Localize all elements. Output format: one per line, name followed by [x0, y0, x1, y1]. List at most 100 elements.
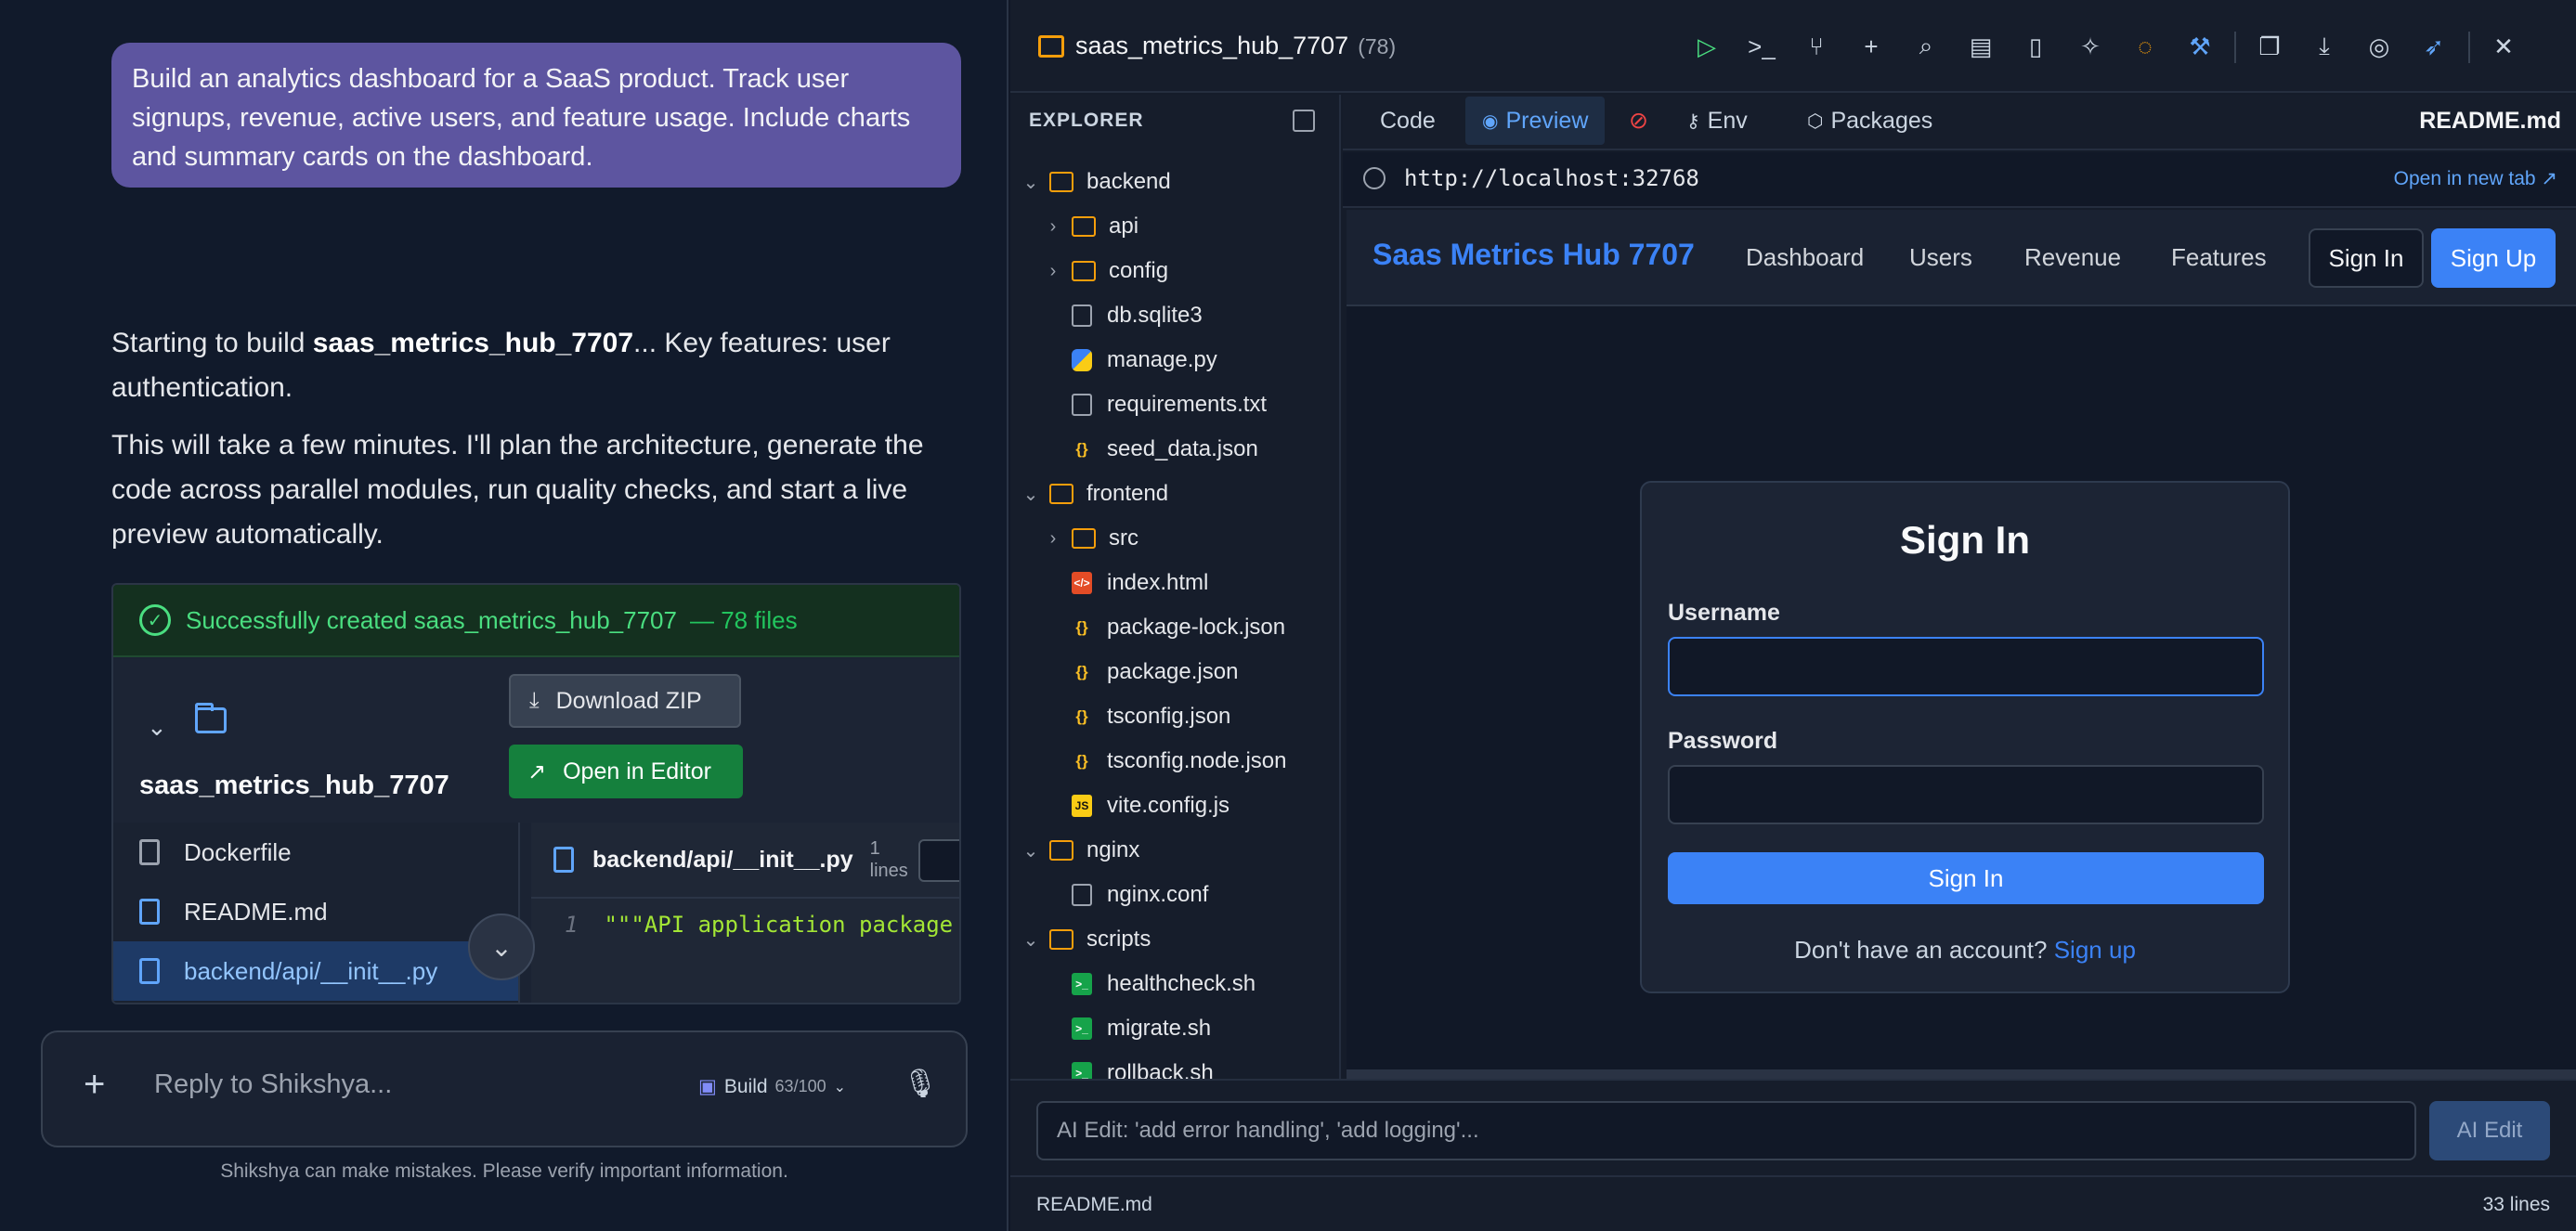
key-icon: ⚷ — [1686, 110, 1700, 132]
nav-sign-in-button[interactable]: Sign In — [2309, 228, 2424, 288]
nav-sign-up-button[interactable]: Sign Up — [2431, 228, 2556, 288]
horizontal-scrollbar[interactable] — [1347, 1069, 2576, 1079]
magic-wand-icon[interactable]: ✧ — [2070, 28, 2111, 65]
scroll-down-button[interactable]: ⌄ — [468, 914, 535, 980]
lightbulb-icon[interactable]: ◌ — [2125, 28, 2166, 65]
password-input[interactable] — [1668, 765, 2264, 824]
tree-folder-scripts[interactable]: ⌄ scripts — [1010, 917, 1339, 962]
tree-file[interactable]: >_ healthcheck.sh — [1010, 962, 1339, 1006]
external-link-icon: ↗ — [527, 758, 547, 784]
tree-file[interactable]: db.sqlite3 — [1010, 293, 1339, 338]
sh-file-icon: >_ — [1072, 1017, 1092, 1040]
ai-edit-input[interactable]: AI Edit: 'add error handling', 'add logg… — [1036, 1101, 2416, 1160]
tab-env[interactable]: ⚷ Env — [1686, 95, 1748, 147]
live-preview: Saas Metrics Hub 7707 Dashboard Users Re… — [1347, 210, 2576, 1071]
folder-icon — [1072, 216, 1096, 237]
chevron-right-icon: › — [1049, 260, 1057, 281]
copy-icon[interactable]: ❐ — [2249, 28, 2290, 65]
tree-file[interactable]: {} seed_data.json — [1010, 427, 1339, 472]
rocket-icon[interactable]: ➶ — [2413, 28, 2454, 65]
tree-file[interactable]: {} package.json — [1010, 650, 1339, 694]
tab-code[interactable]: Code — [1380, 95, 1436, 147]
project-card: ✓ Successfully created saas_metrics_hub_… — [111, 583, 961, 1004]
tree-file[interactable]: {} tsconfig.json — [1010, 694, 1339, 739]
tree-file[interactable]: </> index.html — [1010, 561, 1339, 605]
tree-file[interactable]: >_ migrate.sh — [1010, 1006, 1339, 1051]
copy-icon[interactable] — [918, 839, 959, 882]
nav-features[interactable]: Features — [2171, 243, 2267, 272]
toolbar: ▷ >_ ⑂ + ⌕ ▤ ▯ ✧ ◌ ⚒ ❐ ⤓ ◎ ➶ ✕ — [1686, 28, 2538, 65]
tree-folder-src[interactable]: › src — [1010, 516, 1339, 561]
build-label: Build — [723, 1075, 768, 1097]
collapse-sidebar-icon[interactable] — [1293, 110, 1315, 132]
tree-file[interactable]: nginx.conf — [1010, 873, 1339, 917]
reply-box[interactable]: + Reply to Shikshya... ▣ Build 63/100 ⌄ … — [41, 1030, 968, 1147]
eye-off-icon[interactable]: ⊘ — [1629, 95, 1648, 147]
assistant-paragraph-2: This will take a few minutes. I'll plan … — [111, 430, 924, 550]
tree-folder-api[interactable]: › api — [1010, 204, 1339, 249]
nav-revenue[interactable]: Revenue — [2024, 243, 2121, 272]
sign-up-prompt: Don't have an account? Sign up — [1642, 936, 2288, 965]
build-mode-selector[interactable]: ▣ Build 63/100 ⌄ — [698, 1075, 846, 1098]
toolbar-divider — [2468, 32, 2470, 63]
wrench-icon[interactable]: ⚒ — [2179, 28, 2220, 65]
sign-up-link[interactable]: Sign up — [2054, 936, 2136, 964]
open-file-name[interactable]: README.md — [2419, 108, 2561, 135]
search-icon[interactable]: ⌕ — [1906, 28, 1946, 65]
folder-icon — [195, 703, 227, 733]
tab-preview[interactable]: ◉ Preview — [1465, 97, 1606, 145]
tree-file[interactable]: JS vite.config.js — [1010, 784, 1339, 828]
password-label: Password — [1668, 728, 1778, 754]
plus-icon[interactable]: + — [1851, 28, 1892, 65]
test-tube-icon[interactable]: ▯ — [2015, 28, 2056, 65]
microphone-icon[interactable]: 🎙 — [903, 1068, 938, 1100]
nav-users[interactable]: Users — [1909, 243, 1972, 272]
tree-folder-nginx[interactable]: ⌄ nginx — [1010, 828, 1339, 873]
chevron-down-icon[interactable]: ⌄ — [147, 713, 167, 742]
tree-file[interactable]: >_ rollback.sh — [1010, 1051, 1339, 1079]
tree-file[interactable]: requirements.txt — [1010, 382, 1339, 427]
disclaimer: Shikshya can make mistakes. Please verif… — [220, 1160, 788, 1182]
sign-in-submit-button[interactable]: Sign In — [1668, 852, 2264, 904]
open-in-editor-button[interactable]: ↗ Open in Editor — [509, 745, 743, 798]
clipboard-icon[interactable]: ▤ — [1960, 28, 2001, 65]
tree-file[interactable]: {} package-lock.json — [1010, 605, 1339, 650]
tree-file[interactable]: {} tsconfig.node.json — [1010, 739, 1339, 784]
ai-edit-button[interactable]: AI Edit — [2429, 1101, 2550, 1160]
p1-project-name: saas_metrics_hub_7707 — [312, 328, 634, 358]
tab-packages[interactable]: ⬡ Packages — [1807, 95, 1932, 147]
open-new-tab-link[interactable]: Open in new tab ↗ — [2394, 167, 2557, 190]
file-row-api-init[interactable]: backend/api/__init__.py — [113, 941, 518, 1001]
package-icon: ⬡ — [1807, 110, 1824, 132]
download-zip-button[interactable]: ⤓ Download ZIP — [509, 674, 741, 728]
preview-url[interactable]: http://localhost:32768 — [1404, 165, 1699, 191]
terminal-icon[interactable]: >_ — [1741, 28, 1782, 65]
tree-label: api — [1109, 214, 1139, 239]
username-input[interactable] — [1668, 637, 2264, 696]
file-row-readme[interactable]: README.md — [113, 882, 518, 941]
tree-folder-backend[interactable]: ⌄ backend — [1010, 160, 1339, 204]
close-icon[interactable]: ✕ — [2483, 28, 2524, 65]
card-file-list: Dockerfile README.md backend/api/__init_… — [113, 823, 520, 1003]
tree-label: vite.config.js — [1107, 793, 1230, 818]
assistant-paragraph-1: Starting to build saas_metrics_hub_7707.… — [111, 321, 975, 410]
chevron-down-icon: ⌄ — [1022, 929, 1039, 951]
github-icon[interactable]: ◎ — [2359, 28, 2400, 65]
check-circle-icon: ✓ — [139, 604, 171, 636]
explorer-title: EXPLORER — [1029, 110, 1144, 131]
git-branch-icon[interactable]: ⑂ — [1796, 28, 1837, 65]
play-icon[interactable]: ▷ — [1686, 28, 1727, 65]
plus-icon[interactable]: + — [84, 1064, 105, 1106]
app-brand[interactable]: Saas Metrics Hub 7707 — [1373, 238, 1695, 272]
file-row-dockerfile[interactable]: Dockerfile — [113, 823, 518, 882]
chevron-down-icon: ⌄ — [490, 932, 513, 962]
sign-up-prompt-text: Don't have an account? — [1794, 936, 2048, 964]
tree-folder-frontend[interactable]: ⌄ frontend — [1010, 472, 1339, 516]
reply-input[interactable]: Reply to Shikshya... — [154, 1069, 392, 1100]
tree-folder-config[interactable]: › config — [1010, 249, 1339, 293]
nav-dashboard[interactable]: Dashboard — [1746, 243, 1864, 272]
tree-label: frontend — [1086, 481, 1169, 506]
download-icon[interactable]: ⤓ — [2304, 28, 2345, 65]
tree-file[interactable]: manage.py — [1010, 338, 1339, 382]
code-line: 1 """API application package — [565, 912, 954, 938]
